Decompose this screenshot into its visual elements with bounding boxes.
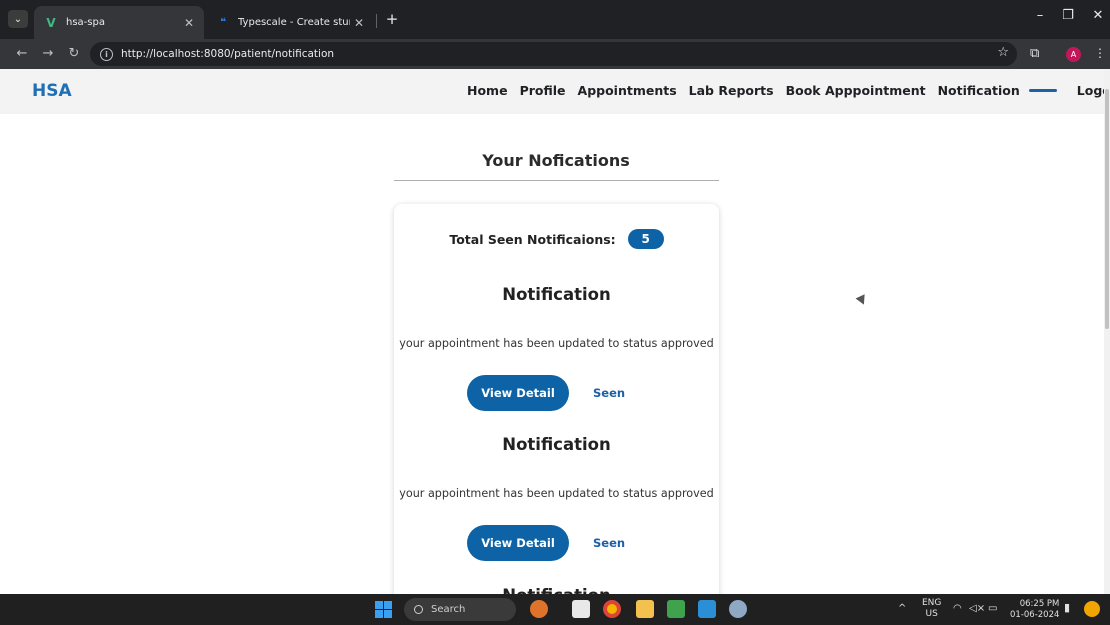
extensions-icon[interactable]: ⧉ (1030, 46, 1039, 61)
browser-tab-strip: ⌄ V hsa-spa ✕ ❝ Typescale - Create stunn… (0, 0, 1110, 39)
url-text: http://localhost:8080/patient/notificati… (121, 48, 335, 60)
settings-gear-icon[interactable] (729, 600, 747, 618)
vue-logo-icon: V (46, 15, 56, 30)
close-tab-icon[interactable]: ✕ (354, 16, 364, 30)
typescale-favicon-icon: ❝ (220, 17, 226, 28)
mouse-cursor-icon (855, 294, 869, 307)
back-arrow-icon[interactable]: ← (14, 45, 30, 63)
nav-book-appointment[interactable]: Book Apppointment (786, 83, 926, 98)
screen: ⌄ V hsa-spa ✕ ❝ Typescale - Create stunn… (0, 0, 1110, 625)
vscode-icon[interactable] (698, 600, 716, 618)
browser-tab-hsa-spa[interactable]: V hsa-spa ✕ (34, 6, 204, 39)
minimize-icon[interactable]: – (1030, 8, 1050, 23)
tab-search-chevron-icon[interactable]: ⌄ (8, 10, 28, 28)
app-navbar: HSA Home Profile Appointments Lab Report… (0, 69, 1110, 114)
notification-title: Notification (502, 435, 611, 454)
site-info-icon[interactable]: i (100, 47, 113, 61)
language-indicator[interactable]: ENG US (922, 598, 941, 620)
chrome-icon[interactable] (603, 600, 621, 618)
notification-message: your appointment has been updated to sta… (399, 487, 714, 500)
battery-icon[interactable]: ▭ (988, 603, 997, 614)
page-title: Your Nofications (482, 151, 630, 170)
task-view-icon[interactable] (572, 600, 590, 618)
new-tab-plus-icon[interactable]: + (384, 10, 400, 28)
nav-home[interactable]: Home (467, 83, 508, 98)
close-tab-icon[interactable]: ✕ (184, 16, 194, 30)
address-bar[interactable]: i http://localhost:8080/patient/notifica… (90, 42, 1017, 66)
page-scrollbar[interactable] (1104, 69, 1110, 594)
browser-menu-icon[interactable]: ⋮ (1094, 46, 1106, 60)
volume-muted-icon[interactable]: ◁× (969, 603, 985, 614)
notification-message: your appointment has been updated to sta… (399, 337, 714, 350)
seen-count-row: Total Seen Notificaions: 5 (394, 229, 719, 249)
restore-icon[interactable]: ❐ (1058, 8, 1078, 23)
view-detail-button[interactable]: View Detail (467, 525, 569, 561)
search-label: Search (431, 604, 466, 615)
active-nav-indicator (1028, 89, 1057, 92)
nav-appointments[interactable]: Appointments (578, 83, 677, 98)
windows-taskbar: Search ^ ENG US ◠ ◁× ▭ 06:25 PM 01-06-20… (0, 594, 1110, 625)
total-seen-label: Total Seen Notificaions: (449, 231, 616, 247)
widget-icon[interactable] (530, 600, 548, 618)
bookmark-star-icon[interactable]: ☆ (997, 45, 1009, 60)
seen-button[interactable]: Seen (593, 536, 625, 550)
tab-title: hsa-spa (66, 17, 105, 28)
title-divider (394, 180, 719, 181)
taskbar-clock[interactable]: 06:25 PM 01-06-2024 (1010, 599, 1059, 621)
nav-lab-reports[interactable]: Lab Reports (689, 83, 774, 98)
nav-notification[interactable]: Notification (938, 83, 1020, 98)
seen-count-badge: 5 (627, 229, 664, 249)
tab-title: Typescale - Create stunning typ (238, 17, 350, 28)
browser-tab-typescale[interactable]: ❝ Typescale - Create stunning typ ✕ (206, 6, 374, 39)
region-code: US (925, 609, 938, 619)
clock-date: 01-06-2024 (1010, 610, 1060, 620)
seen-button[interactable]: Seen (593, 386, 625, 400)
profile-avatar[interactable]: A (1066, 47, 1081, 62)
notepad-app-icon[interactable] (667, 600, 685, 618)
tab-separator (376, 14, 377, 28)
view-detail-button[interactable]: View Detail (467, 375, 569, 411)
brand-logo[interactable]: HSA (32, 81, 72, 101)
search-icon (414, 605, 423, 614)
file-explorer-icon[interactable] (636, 600, 654, 618)
reload-icon[interactable]: ↻ (66, 45, 82, 63)
tray-chevron-up-icon[interactable]: ^ (898, 603, 906, 614)
copilot-icon[interactable] (1084, 601, 1100, 617)
wifi-icon[interactable]: ◠ (953, 603, 962, 614)
windows-start-icon[interactable] (375, 601, 392, 618)
taskbar-search[interactable]: Search (404, 598, 516, 621)
notifications-card: Total Seen Notificaions: 5 Notification … (394, 204, 719, 624)
forward-arrow-icon[interactable]: → (40, 45, 56, 63)
notification-title: Notification (502, 285, 611, 304)
clock-time: 06:25 PM (1019, 599, 1060, 609)
notification-bell-icon[interactable]: ▮ (1064, 602, 1070, 613)
language-code: ENG (922, 598, 942, 608)
browser-toolbar: ← → ↻ i http://localhost:8080/patient/no… (0, 39, 1110, 69)
nav-links: Home Profile Appointments Lab Reports Bo… (467, 83, 1110, 98)
nav-profile[interactable]: Profile (520, 83, 566, 98)
close-window-icon[interactable]: ✕ (1088, 8, 1108, 23)
scrollbar-thumb[interactable] (1105, 89, 1109, 329)
